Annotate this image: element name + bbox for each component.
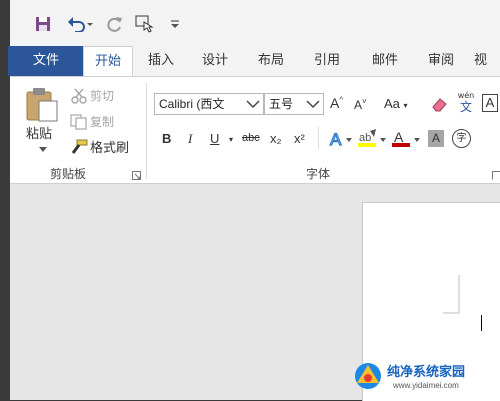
font-color-button[interactable]: A [392,129,422,152]
highlighter-icon: ab [358,129,386,147]
shrink-font-button[interactable]: A˅ [354,97,367,112]
redo-button[interactable] [106,14,124,34]
site-logo-icon [355,363,381,389]
phonetic-guide-char: 文 [459,100,472,114]
font-color-icon: A [392,129,420,147]
enclose-characters-icon: 字 [456,133,467,144]
save-icon [36,17,50,31]
site-watermark: 纯净系统家园 www.yidaimei.com [353,353,500,399]
scissors-icon [71,88,87,104]
character-border-button[interactable]: A [482,94,498,112]
save-button[interactable] [32,14,54,34]
dialog-launcher-icon [132,171,141,180]
watermark-url: www.yidaimei.com [393,381,459,390]
font-name-dropdown[interactable] [244,94,262,114]
document-page[interactable]: 纯净系统家园 www.yidaimei.com [355,202,500,401]
font-launcher[interactable] [492,169,500,183]
paste-dropdown-icon [39,147,47,152]
cut-label: 剪切 [90,89,115,103]
group-separator [146,83,147,179]
font-name-value: Calibri (西文 [159,97,225,111]
font-size-value: 五号 [269,97,294,111]
change-case-button[interactable]: Aa ▾ [384,96,408,111]
copy-icon [70,113,87,130]
ribbon-tabs: 文件 开始 插入 设计 布局 引用 邮件 审阅 视 [8,46,500,78]
clipboard-launcher[interactable] [132,169,141,183]
underline-dropdown-icon[interactable]: ▾ [229,135,233,144]
highlight-color-button[interactable]: ab [358,129,388,152]
word-window: 文件 开始 插入 设计 布局 引用 邮件 审阅 视 粘贴 剪切 复制 格式刷 剪… [8,0,500,401]
clipboard-group-label: 剪贴板 [50,167,87,181]
redo-icon [107,17,122,32]
copy-label: 复制 [90,115,115,129]
chevron-down-icon [306,100,320,109]
quick-access-toolbar [10,0,500,46]
undo-icon [68,17,93,32]
superscript-button[interactable]: x² [294,131,305,146]
svg-text:ab: ab [359,132,371,144]
grow-font-button[interactable]: A^ [330,95,343,111]
phonetic-guide-pinyin: wén [457,91,475,100]
phonetic-guide-button[interactable]: wén 文 [456,91,476,114]
character-shading-button[interactable]: A [428,130,444,147]
chevron-down-icon [246,100,260,109]
paste-label: 粘贴 [26,127,53,142]
tab-file[interactable]: 文件 [8,46,84,76]
tab-review[interactable]: 审阅 [418,46,464,76]
tab-layout[interactable]: 布局 [248,46,294,76]
margin-corner-mark [443,275,460,314]
cut-button[interactable]: 剪切 [70,87,114,104]
underline-button[interactable]: U [210,131,219,146]
text-effects-icon: A [329,129,352,150]
grow-font-icon: A^ [330,95,344,111]
eraser-icon [432,98,447,112]
font-group-label: 字体 [306,167,331,181]
tab-design[interactable]: 设计 [192,46,238,76]
bold-button[interactable]: B [162,131,171,146]
paintbrush-icon [71,139,88,154]
chevron-down-icon: ▾ [403,101,408,110]
divider [318,127,319,149]
dialog-launcher-icon [492,171,500,180]
tab-mailings[interactable]: 邮件 [362,46,408,76]
tab-home[interactable]: 开始 [83,46,133,78]
format-painter-button[interactable]: 格式刷 [70,137,129,156]
ribbon-home: 粘贴 剪切 复制 格式刷 剪贴板 Calibri (西文 五号 A^ A˅ Aa… [10,76,500,184]
tab-view[interactable]: 视 [474,46,500,76]
touch-mode-icon [135,15,154,33]
watermark-site-name: 纯净系统家园 [387,365,466,380]
clear-formatting-button[interactable] [430,95,450,116]
subscript-button[interactable]: x₂ [270,131,282,146]
strikethrough-button[interactable]: abc [242,132,260,144]
tab-references[interactable]: 引用 [304,46,350,76]
change-case-label: Aa [384,96,400,111]
customize-qat-button[interactable] [168,14,182,34]
format-painter-label: 格式刷 [90,141,130,156]
touch-mode-button[interactable] [134,14,156,34]
font-size-dropdown[interactable] [304,94,322,114]
undo-button[interactable] [64,14,96,34]
text-cursor [481,315,482,331]
italic-button[interactable]: I [188,131,192,147]
text-effects-button[interactable]: A [328,129,354,152]
shrink-font-icon: A˅ [354,97,367,112]
character-shading-icon: A [431,131,440,145]
svg-text:A: A [330,130,342,149]
svg-text:A: A [394,129,404,145]
paste-button[interactable]: 粘贴 [22,87,62,157]
paste-icon [26,88,58,122]
tab-insert[interactable]: 插入 [138,46,184,76]
enclose-characters-button[interactable]: 字 [452,129,471,148]
copy-button[interactable]: 复制 [70,113,114,130]
document-area: 纯净系统家园 www.yidaimei.com [10,184,500,401]
customize-dropdown-icon [171,20,179,28]
